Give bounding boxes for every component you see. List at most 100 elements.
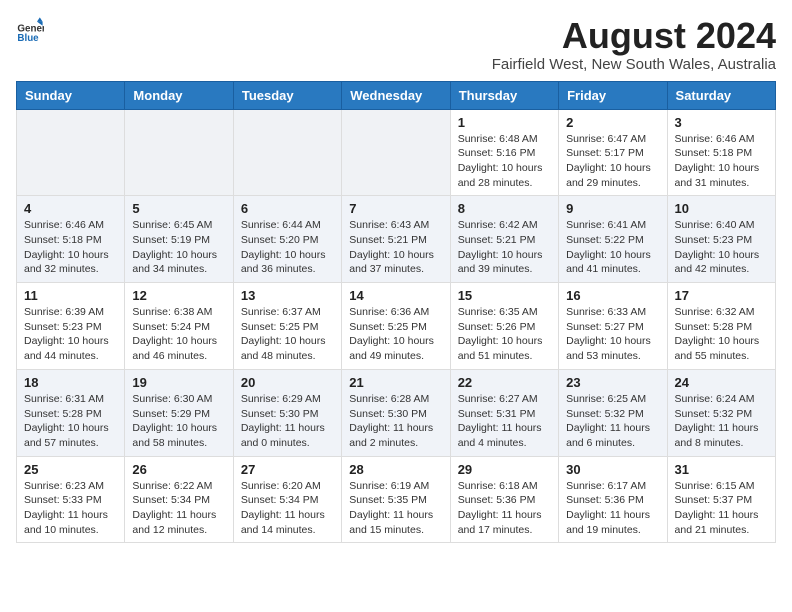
- calendar-cell: 21 Sunrise: 6:28 AM Sunset: 5:30 PM Dayli…: [342, 369, 450, 456]
- day-info: Sunrise: 6:41 AM Sunset: 5:22 PM Dayligh…: [566, 218, 659, 277]
- calendar-cell: 12 Sunrise: 6:38 AM Sunset: 5:24 PM Dayli…: [125, 283, 233, 370]
- day-info: Sunrise: 6:19 AM Sunset: 5:35 PM Dayligh…: [349, 479, 442, 538]
- day-number: 9: [566, 201, 659, 216]
- calendar-week-row: 25Sunrise: 6:23 AM Sunset: 5:33 PM Dayli…: [17, 456, 776, 543]
- day-info: Sunrise: 6:39 AM Sunset: 5:23 PM Dayligh…: [24, 305, 117, 364]
- day-info: Sunrise: 6:36 AM Sunset: 5:25 PM Dayligh…: [349, 305, 442, 364]
- day-of-week-header: Thursday: [450, 81, 558, 109]
- day-of-week-header: Wednesday: [342, 81, 450, 109]
- day-info: Sunrise: 6:35 AM Sunset: 5:26 PM Dayligh…: [458, 305, 551, 364]
- day-info: Sunrise: 6:33 AM Sunset: 5:27 PM Dayligh…: [566, 305, 659, 364]
- calendar-cell: 19Sunrise: 6:30 AM Sunset: 5:29 PM Dayli…: [125, 369, 233, 456]
- day-number: 19: [132, 375, 225, 390]
- day-number: 24: [675, 375, 768, 390]
- calendar-cell: 31 Sunrise: 6:15 AM Sunset: 5:37 PM Dayli…: [667, 456, 775, 543]
- calendar-cell: 1 Sunrise: 6:48 AM Sunset: 5:16 PM Daylig…: [450, 109, 558, 196]
- day-info: Sunrise: 6:46 AM Sunset: 5:18 PM Dayligh…: [675, 132, 768, 191]
- day-info: Sunrise: 6:20 AM Sunset: 5:34 PM Dayligh…: [241, 479, 334, 538]
- calendar-week-row: 4Sunrise: 6:46 AM Sunset: 5:18 PM Daylig…: [17, 196, 776, 283]
- day-number: 13: [241, 288, 334, 303]
- day-info: Sunrise: 6:48 AM Sunset: 5:16 PM Dayligh…: [458, 132, 551, 191]
- day-number: 22: [458, 375, 551, 390]
- day-info: Sunrise: 6:38 AM Sunset: 5:24 PM Dayligh…: [132, 305, 225, 364]
- day-info: Sunrise: 6:28 AM Sunset: 5:30 PM Dayligh…: [349, 392, 442, 451]
- day-number: 5: [132, 201, 225, 216]
- calendar-cell: 27 Sunrise: 6:20 AM Sunset: 5:34 PM Dayli…: [233, 456, 341, 543]
- day-number: 11: [24, 288, 117, 303]
- calendar-header-row: SundayMondayTuesdayWednesdayThursdayFrid…: [17, 81, 776, 109]
- calendar-week-row: 1 Sunrise: 6:48 AM Sunset: 5:16 PM Daylig…: [17, 109, 776, 196]
- calendar-cell: 22 Sunrise: 6:27 AM Sunset: 5:31 PM Dayli…: [450, 369, 558, 456]
- header: General Blue August 2024 Fairfield West,…: [16, 16, 776, 73]
- day-number: 15: [458, 288, 551, 303]
- calendar-cell: 5 Sunrise: 6:45 AM Sunset: 5:19 PM Daylig…: [125, 196, 233, 283]
- day-number: 23: [566, 375, 659, 390]
- day-info: Sunrise: 6:18 AM Sunset: 5:36 PM Dayligh…: [458, 479, 551, 538]
- calendar-cell: 7 Sunrise: 6:43 AM Sunset: 5:21 PM Daylig…: [342, 196, 450, 283]
- day-number: 20: [241, 375, 334, 390]
- logo: General Blue: [16, 16, 44, 44]
- day-number: 12: [132, 288, 225, 303]
- calendar-cell: 15 Sunrise: 6:35 AM Sunset: 5:26 PM Dayli…: [450, 283, 558, 370]
- day-info: Sunrise: 6:37 AM Sunset: 5:25 PM Dayligh…: [241, 305, 334, 364]
- day-number: 3: [675, 115, 768, 130]
- day-number: 8: [458, 201, 551, 216]
- calendar-cell: 6 Sunrise: 6:44 AM Sunset: 5:20 PM Daylig…: [233, 196, 341, 283]
- calendar: SundayMondayTuesdayWednesdayThursdayFrid…: [16, 81, 776, 544]
- day-info: Sunrise: 6:29 AM Sunset: 5:30 PM Dayligh…: [241, 392, 334, 451]
- day-info: Sunrise: 6:44 AM Sunset: 5:20 PM Dayligh…: [241, 218, 334, 277]
- calendar-cell: 30Sunrise: 6:17 AM Sunset: 5:36 PM Dayli…: [559, 456, 667, 543]
- svg-text:Blue: Blue: [17, 33, 39, 44]
- calendar-cell: 29 Sunrise: 6:18 AM Sunset: 5:36 PM Dayli…: [450, 456, 558, 543]
- day-number: 2: [566, 115, 659, 130]
- day-info: Sunrise: 6:45 AM Sunset: 5:19 PM Dayligh…: [132, 218, 225, 277]
- day-number: 28: [349, 462, 442, 477]
- day-info: Sunrise: 6:32 AM Sunset: 5:28 PM Dayligh…: [675, 305, 768, 364]
- day-number: 7: [349, 201, 442, 216]
- day-info: Sunrise: 6:42 AM Sunset: 5:21 PM Dayligh…: [458, 218, 551, 277]
- calendar-cell: 24Sunrise: 6:24 AM Sunset: 5:32 PM Dayli…: [667, 369, 775, 456]
- day-of-week-header: Saturday: [667, 81, 775, 109]
- calendar-cell: 16Sunrise: 6:33 AM Sunset: 5:27 PM Dayli…: [559, 283, 667, 370]
- day-number: 21: [349, 375, 442, 390]
- day-number: 26: [132, 462, 225, 477]
- day-number: 10: [675, 201, 768, 216]
- day-number: 27: [241, 462, 334, 477]
- calendar-cell: 2 Sunrise: 6:47 AM Sunset: 5:17 PM Daylig…: [559, 109, 667, 196]
- calendar-cell: 4Sunrise: 6:46 AM Sunset: 5:18 PM Daylig…: [17, 196, 125, 283]
- calendar-cell: 10 Sunrise: 6:40 AM Sunset: 5:23 PM Dayli…: [667, 196, 775, 283]
- day-number: 29: [458, 462, 551, 477]
- day-number: 18: [24, 375, 117, 390]
- calendar-cell: 17Sunrise: 6:32 AM Sunset: 5:28 PM Dayli…: [667, 283, 775, 370]
- day-number: 1: [458, 115, 551, 130]
- day-info: Sunrise: 6:15 AM Sunset: 5:37 PM Dayligh…: [675, 479, 768, 538]
- calendar-cell: [125, 109, 233, 196]
- day-info: Sunrise: 6:43 AM Sunset: 5:21 PM Dayligh…: [349, 218, 442, 277]
- calendar-cell: 20 Sunrise: 6:29 AM Sunset: 5:30 PM Dayli…: [233, 369, 341, 456]
- day-info: Sunrise: 6:27 AM Sunset: 5:31 PM Dayligh…: [458, 392, 551, 451]
- day-of-week-header: Tuesday: [233, 81, 341, 109]
- day-number: 6: [241, 201, 334, 216]
- day-of-week-header: Friday: [559, 81, 667, 109]
- calendar-cell: 9 Sunrise: 6:41 AM Sunset: 5:22 PM Daylig…: [559, 196, 667, 283]
- day-info: Sunrise: 6:46 AM Sunset: 5:18 PM Dayligh…: [24, 218, 117, 277]
- day-info: Sunrise: 6:23 AM Sunset: 5:33 PM Dayligh…: [24, 479, 117, 538]
- calendar-cell: 11 Sunrise: 6:39 AM Sunset: 5:23 PM Dayli…: [17, 283, 125, 370]
- calendar-cell: 18 Sunrise: 6:31 AM Sunset: 5:28 PM Dayli…: [17, 369, 125, 456]
- calendar-cell: 28 Sunrise: 6:19 AM Sunset: 5:35 PM Dayli…: [342, 456, 450, 543]
- title-area: August 2024 Fairfield West, New South Wa…: [492, 16, 776, 73]
- calendar-week-row: 18 Sunrise: 6:31 AM Sunset: 5:28 PM Dayli…: [17, 369, 776, 456]
- day-info: Sunrise: 6:47 AM Sunset: 5:17 PM Dayligh…: [566, 132, 659, 191]
- subtitle: Fairfield West, New South Wales, Austral…: [492, 56, 776, 73]
- day-info: Sunrise: 6:31 AM Sunset: 5:28 PM Dayligh…: [24, 392, 117, 451]
- calendar-cell: 8 Sunrise: 6:42 AM Sunset: 5:21 PM Daylig…: [450, 196, 558, 283]
- day-number: 31: [675, 462, 768, 477]
- calendar-cell: [342, 109, 450, 196]
- main-title: August 2024: [492, 16, 776, 56]
- day-number: 14: [349, 288, 442, 303]
- calendar-cell: [17, 109, 125, 196]
- day-number: 30: [566, 462, 659, 477]
- day-info: Sunrise: 6:40 AM Sunset: 5:23 PM Dayligh…: [675, 218, 768, 277]
- calendar-cell: 25Sunrise: 6:23 AM Sunset: 5:33 PM Dayli…: [17, 456, 125, 543]
- calendar-cell: 23Sunrise: 6:25 AM Sunset: 5:32 PM Dayli…: [559, 369, 667, 456]
